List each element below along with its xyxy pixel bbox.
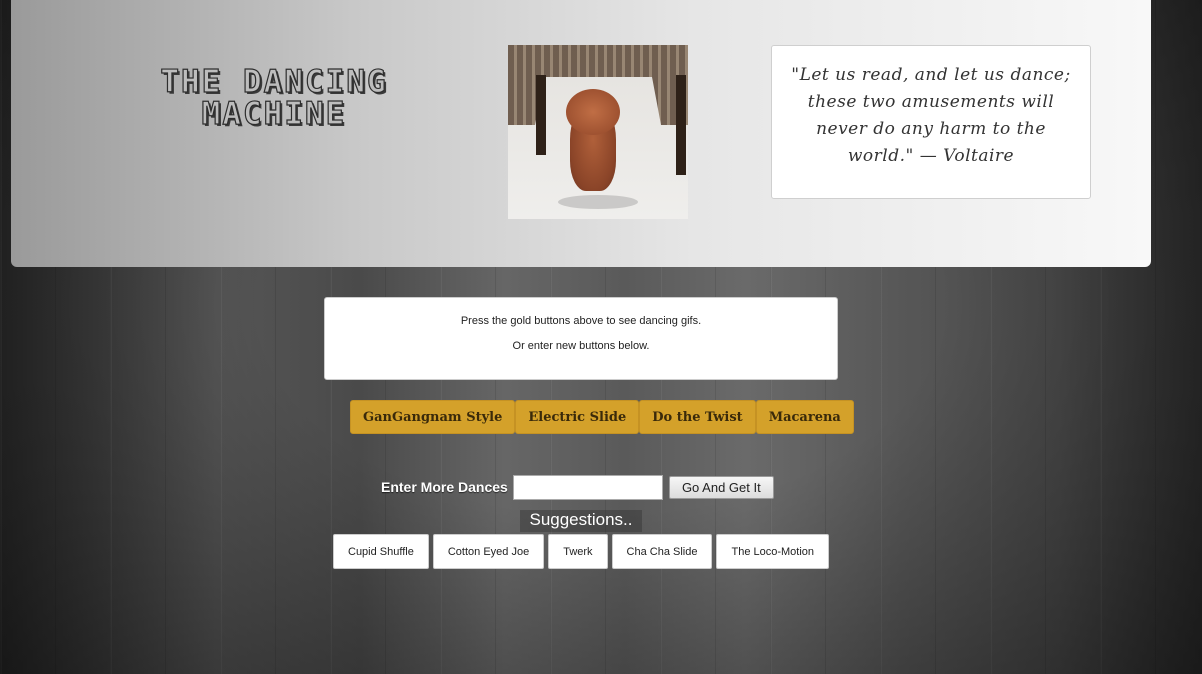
chair-leg xyxy=(536,75,546,155)
dance-button-gangnam-style[interactable]: GanGangnam Style xyxy=(350,400,516,434)
dog-shadow xyxy=(558,195,638,209)
suggestion-cupid-shuffle[interactable]: Cupid Shuffle xyxy=(333,534,429,569)
dance-buttons-group: GanGangnam Style Electric Slide Do the T… xyxy=(350,400,854,434)
dance-button-do-the-twist[interactable]: Do the Twist xyxy=(639,400,756,434)
add-dance-form: Enter More Dances Go And Get It xyxy=(381,474,774,500)
chair-leg xyxy=(676,75,686,175)
quote-text: "Let us read, and let us dance; these tw… xyxy=(791,65,1071,166)
site-title: The Dancing Machine xyxy=(149,64,399,132)
site-title-line1: The Dancing xyxy=(160,64,388,100)
dance-button-electric-slide[interactable]: Electric Slide xyxy=(515,400,640,434)
header-banner: The Dancing Machine "Let us read, and le… xyxy=(11,0,1151,267)
instruction-line-2: Or enter new buttons below. xyxy=(512,340,650,352)
add-dance-label: Enter More Dances xyxy=(381,479,508,495)
dancing-dog-gif xyxy=(508,45,688,219)
suggestions-title: Suggestions.. xyxy=(520,510,642,532)
dance-button-macarena[interactable]: Macarena xyxy=(755,400,854,434)
suggestion-twerk[interactable]: Twerk xyxy=(548,534,608,569)
quote-box: "Let us read, and let us dance; these tw… xyxy=(771,45,1091,199)
suggestions-list: Cupid Shuffle Cotton Eyed Joe Twerk Cha … xyxy=(333,534,830,569)
instruction-line-1: Press the gold buttons above to see danc… xyxy=(460,315,702,327)
dance-input[interactable] xyxy=(512,474,663,500)
suggestion-cotton-eyed-joe[interactable]: Cotton Eyed Joe xyxy=(432,534,545,569)
suggestion-cha-cha-slide[interactable]: Cha Cha Slide xyxy=(611,534,713,569)
go-and-get-it-button[interactable]: Go And Get It xyxy=(668,476,774,499)
instructions-box: Press the gold buttons above to see danc… xyxy=(324,297,838,380)
site-title-line2: Machine xyxy=(201,96,347,132)
suggestion-loco-motion[interactable]: The Loco-Motion xyxy=(716,534,830,569)
dog-head xyxy=(566,89,620,135)
